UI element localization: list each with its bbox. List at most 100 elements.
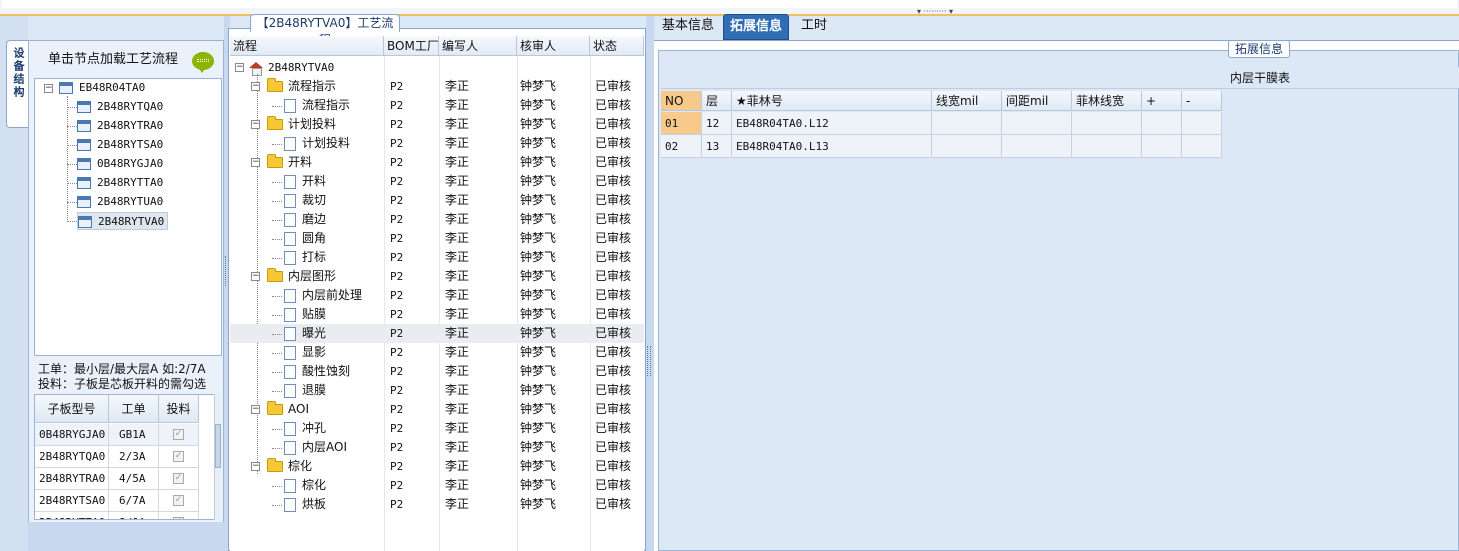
process-row[interactable]: 内层前处理 P2 李正 钟梦飞 已审核 <box>230 286 644 305</box>
document-icon <box>284 440 296 455</box>
table-cell-minus[interactable] <box>1182 135 1222 158</box>
collapse-toggle-icon[interactable]: − <box>235 63 244 72</box>
table-cell-film-width[interactable] <box>1072 135 1142 158</box>
collapse-grip-icon[interactable]: ▾ ········· ▾ <box>900 8 970 16</box>
table-cell-width[interactable] <box>932 135 1002 158</box>
process-row[interactable]: − 流程指示 P2 李正 钟梦飞 已审核 <box>230 77 644 96</box>
tab-work-hours[interactable]: 工时 <box>795 14 833 40</box>
collapse-toggle-icon[interactable]: − <box>251 82 260 91</box>
process-row[interactable]: − 计划投料 P2 李正 钟梦飞 已审核 <box>230 115 644 134</box>
process-row[interactable]: 打标 P2 李正 钟梦飞 已审核 <box>230 248 644 267</box>
bom-cell: P2 <box>390 422 404 435</box>
tree-node-2b48rytta0[interactable]: 2B48RYTTA0 <box>77 174 166 192</box>
column-header[interactable]: 间距mil <box>1002 91 1072 111</box>
table-cell-film-width[interactable] <box>1072 112 1142 135</box>
bom-cell: P2 <box>390 403 404 416</box>
process-row[interactable]: 曝光 P2 李正 钟梦飞 已审核 <box>230 324 644 343</box>
tab-basic-info[interactable]: 基本信息 <box>656 14 720 40</box>
column-header[interactable]: 线宽mil <box>932 91 1002 111</box>
tree-node-label: 2B48RYTVA0 <box>98 215 165 228</box>
splitter-right[interactable] <box>646 16 654 551</box>
table-cell-plus[interactable] <box>1142 135 1182 158</box>
sub-board-grid[interactable]: 子板型号 工单 投料 0B48RYGJA0 GB1A ✓ 2B48RYTQA0 2/3A ✓ 2B… <box>34 394 222 520</box>
tree-node-2b48rytsa0[interactable]: 2B48RYTSA0 <box>77 136 166 154</box>
status-cell: 已审核 <box>595 250 632 264</box>
column-header[interactable]: 工单 <box>109 395 159 423</box>
column-header[interactable]: 层 <box>702 91 732 111</box>
tree-node-2b48rytra0[interactable]: 2B48RYTRA0 <box>77 117 166 135</box>
tree-node-2b48rytua0[interactable]: 2B48RYTUA0 <box>77 193 166 211</box>
collapse-toggle-icon[interactable]: − <box>251 120 260 129</box>
reviewer-cell: 钟梦飞 <box>520 478 557 492</box>
tree-node-2b48rytqa0[interactable]: 2B48RYTQA0 <box>77 98 166 116</box>
column-header[interactable]: + <box>1142 91 1182 111</box>
column-header[interactable]: 子板型号 <box>35 395 109 423</box>
tree-line <box>272 505 282 506</box>
tab-extended-info[interactable]: 拓展信息 <box>723 14 790 40</box>
table-cell-plus[interactable] <box>1142 112 1182 135</box>
process-row[interactable]: 计划投料 P2 李正 钟梦飞 已审核 <box>230 134 644 153</box>
process-tree-grid[interactable]: 流程 BOM工厂 编写人 核审人 状态 −2B48RYTVA0− 流程指示 P2 李正 钟梦飞 已审… <box>230 36 644 551</box>
column-header[interactable]: 编写人 <box>439 36 517 56</box>
column-header[interactable]: 核审人 <box>517 36 590 56</box>
table-cell-order[interactable]: 4/5A <box>109 468 159 490</box>
collapse-toggle-icon[interactable]: − <box>251 405 260 414</box>
process-row[interactable]: 显影 P2 李正 钟梦飞 已审核 <box>230 343 644 362</box>
collapse-toggle-icon[interactable]: − <box>44 84 53 93</box>
process-row[interactable]: 烘板 P2 李正 钟梦飞 已审核 <box>230 495 644 514</box>
process-row[interactable]: − 棕化 P2 李正 钟梦飞 已审核 <box>230 457 644 476</box>
feed-checkbox[interactable]: ✓ <box>173 473 184 484</box>
column-header[interactable]: BOM工厂 <box>384 36 439 56</box>
feed-checkbox[interactable]: ✓ <box>173 429 184 440</box>
column-header[interactable]: ★菲林号 <box>732 91 932 111</box>
table-cell-minus[interactable] <box>1182 112 1222 135</box>
column-header[interactable]: 状态 <box>590 36 644 56</box>
table-cell-order[interactable]: 2/3A <box>109 446 159 468</box>
process-root-row[interactable]: − 2B48RYTVA0 <box>230 58 644 77</box>
process-row[interactable]: 流程指示 P2 李正 钟梦飞 已审核 <box>230 96 644 115</box>
feed-checkbox[interactable]: ✓ <box>173 495 184 506</box>
process-row[interactable]: − 开料 P2 李正 钟梦飞 已审核 <box>230 153 644 172</box>
author-cell: 李正 <box>445 402 470 416</box>
table-cell-spacing[interactable] <box>1002 112 1072 135</box>
table-cell-order[interactable]: 6/7A <box>109 490 159 512</box>
table-cell-spacing[interactable] <box>1002 135 1072 158</box>
process-row[interactable]: 冲孔 P2 李正 钟梦飞 已审核 <box>230 419 644 438</box>
process-row[interactable]: 磨边 P2 李正 钟梦飞 已审核 <box>230 210 644 229</box>
process-row[interactable]: 裁切 P2 李正 钟梦飞 已审核 <box>230 191 644 210</box>
column-header[interactable]: 流程 <box>230 36 384 56</box>
table-cell-order[interactable]: 8/9A <box>109 512 159 519</box>
process-row[interactable]: 退膜 P2 李正 钟梦飞 已审核 <box>230 381 644 400</box>
process-row[interactable]: 酸性蚀刻 P2 李正 钟梦飞 已审核 <box>230 362 644 381</box>
author-cell: 李正 <box>445 364 470 378</box>
column-header[interactable]: 菲林线宽 <box>1072 91 1142 111</box>
column-header[interactable]: - <box>1182 91 1222 111</box>
feed-checkbox[interactable]: ✓ <box>173 517 184 519</box>
column-header[interactable]: 投料 <box>159 395 199 423</box>
collapse-toggle-icon[interactable]: − <box>251 158 260 167</box>
author-cell: 李正 <box>445 136 470 150</box>
process-row[interactable]: 内层AOI P2 李正 钟梦飞 已审核 <box>230 438 644 457</box>
collapse-toggle-icon[interactable]: − <box>251 272 260 281</box>
tab-device-structure[interactable]: 设备结构 <box>6 40 30 128</box>
status-cell: 已审核 <box>595 288 632 302</box>
tree-node-root[interactable]: EB48R04TA0 <box>59 79 145 97</box>
device-tree[interactable]: − EB48R04TA0 2B48RYTQA0 2B48RYTRA0 2B48RYTSA… <box>34 78 222 356</box>
status-cell: 已审核 <box>595 421 632 435</box>
process-row[interactable]: − 内层图形 P2 李正 钟梦飞 已审核 <box>230 267 644 286</box>
speech-bubble-icon[interactable] <box>192 52 214 73</box>
tree-node-0b48rygja0[interactable]: 0B48RYGJA0 <box>77 155 166 173</box>
scrollbar-thumb[interactable] <box>215 424 221 468</box>
process-name-cell: 棕化 <box>272 476 326 495</box>
process-row[interactable]: − AOI P2 李正 钟梦飞 已审核 <box>230 400 644 419</box>
process-row[interactable]: 圆角 P2 李正 钟梦飞 已审核 <box>230 229 644 248</box>
feed-checkbox[interactable]: ✓ <box>173 451 184 462</box>
table-cell-width[interactable] <box>932 112 1002 135</box>
column-header[interactable]: NO <box>661 91 702 111</box>
process-row[interactable]: 开料 P2 李正 钟梦飞 已审核 <box>230 172 644 191</box>
tree-node-2b48rytva0[interactable]: 2B48RYTVA0 <box>77 212 169 230</box>
process-row[interactable]: 棕化 P2 李正 钟梦飞 已审核 <box>230 476 644 495</box>
process-row[interactable]: 贴膜 P2 李正 钟梦飞 已审核 <box>230 305 644 324</box>
table-cell-order[interactable]: GB1A <box>109 424 159 446</box>
collapse-toggle-icon[interactable]: − <box>251 462 260 471</box>
